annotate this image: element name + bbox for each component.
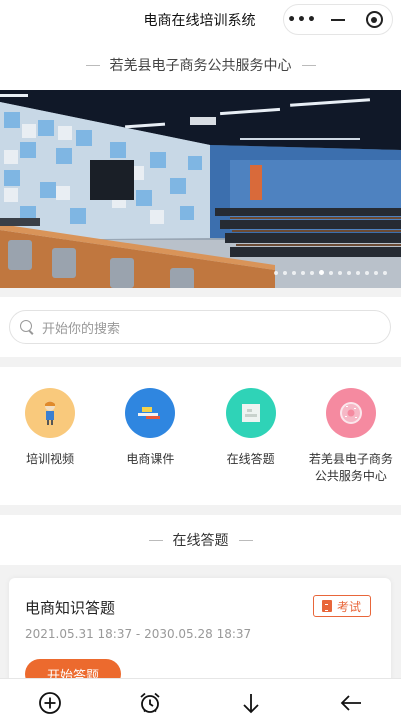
- back-button[interactable]: [301, 679, 401, 726]
- divider: [301, 64, 316, 66]
- alarm-clock-icon: [140, 692, 160, 713]
- divider: [148, 539, 163, 541]
- app-title: 电商在线培训系统: [143, 13, 256, 29]
- more-button[interactable]: •••: [284, 5, 320, 34]
- arrow-left-icon: [340, 694, 361, 711]
- divider: [238, 539, 253, 541]
- download-button[interactable]: [201, 679, 301, 726]
- search-icon: [20, 320, 34, 334]
- menu-item-courseware[interactable]: 电商课件: [100, 367, 200, 505]
- close-button[interactable]: [356, 5, 392, 34]
- bottom-toolbar: [0, 678, 401, 726]
- carousel-dot[interactable]: [338, 270, 342, 275]
- add-button[interactable]: [0, 679, 100, 726]
- carousel-dot[interactable]: [365, 270, 369, 275]
- carousel-dot[interactable]: [310, 270, 314, 275]
- search-input[interactable]: 开始你的搜索: [9, 310, 391, 344]
- badge-label: 考试: [336, 599, 361, 614]
- alarm-button[interactable]: [100, 679, 200, 726]
- menu-item-service-center[interactable]: 若羌县电子商务公共服务中心: [301, 367, 401, 505]
- carousel-dot[interactable]: [356, 270, 360, 275]
- more-dots-icon: •••: [287, 11, 317, 28]
- app-page: 电商在线培训系统 ••• 若羌县电子商务公共服务中心 开始你的搜索 培训视频 电…: [0, 0, 401, 726]
- person-icon: [25, 388, 76, 438]
- carousel-dot[interactable]: [274, 270, 278, 275]
- menu-label: 电商课件: [126, 452, 175, 466]
- donut-icon: [325, 388, 376, 438]
- arrow-down-icon: [242, 693, 259, 713]
- menu-item-online-quiz[interactable]: 在线答题: [201, 367, 301, 505]
- document-icon: [225, 388, 276, 438]
- menu-label: 在线答题: [226, 452, 275, 466]
- target-circle-icon: [365, 11, 383, 28]
- menu-label: 培训视频: [26, 452, 75, 466]
- carousel-dot[interactable]: [301, 270, 305, 275]
- clipboard-icon: [321, 600, 332, 612]
- carousel-dot[interactable]: [283, 270, 287, 275]
- feature-menu: 培训视频 电商课件 在线答题 若羌县电子商务公共服务中心: [0, 367, 401, 505]
- search-placeholder: 开始你的搜索: [42, 321, 121, 337]
- menu-item-training-video[interactable]: 培训视频: [0, 367, 100, 505]
- carousel-dot[interactable]: [292, 270, 296, 275]
- section-title: 在线答题: [172, 533, 229, 549]
- carousel-dot[interactable]: [347, 270, 351, 275]
- carousel-dot[interactable]: [383, 270, 387, 275]
- carousel-dot-active[interactable]: [319, 270, 324, 275]
- banner-carousel[interactable]: [0, 90, 401, 288]
- menu-label: 若羌县电子商务公共服务中心: [308, 452, 393, 483]
- minimize-button[interactable]: [320, 5, 356, 34]
- center-heading: 若羌县电子商务公共服务中心: [0, 40, 401, 90]
- courseware-icon: [125, 388, 176, 438]
- plus-circle-icon: [39, 691, 62, 714]
- center-title: 若羌县电子商务公共服务中心: [109, 58, 292, 74]
- carousel-indicators: [274, 270, 387, 275]
- quiz-date-range: 2021.05.31 18:37 - 2030.05.28 18:37: [25, 627, 252, 641]
- search-section: 开始你的搜索: [0, 297, 401, 357]
- carousel-dot[interactable]: [329, 270, 333, 275]
- exam-badge: 考试: [312, 595, 371, 617]
- quiz-title: 电商知识答题: [25, 599, 116, 617]
- mini-program-capsule: •••: [283, 4, 393, 35]
- carousel-dot[interactable]: [374, 270, 378, 275]
- divider: [85, 64, 100, 66]
- minus-icon: [331, 18, 345, 21]
- quiz-section-header: 在线答题: [0, 515, 401, 565]
- training-room-photo: [0, 90, 401, 288]
- navigation-bar: 电商在线培训系统 •••: [0, 0, 401, 40]
